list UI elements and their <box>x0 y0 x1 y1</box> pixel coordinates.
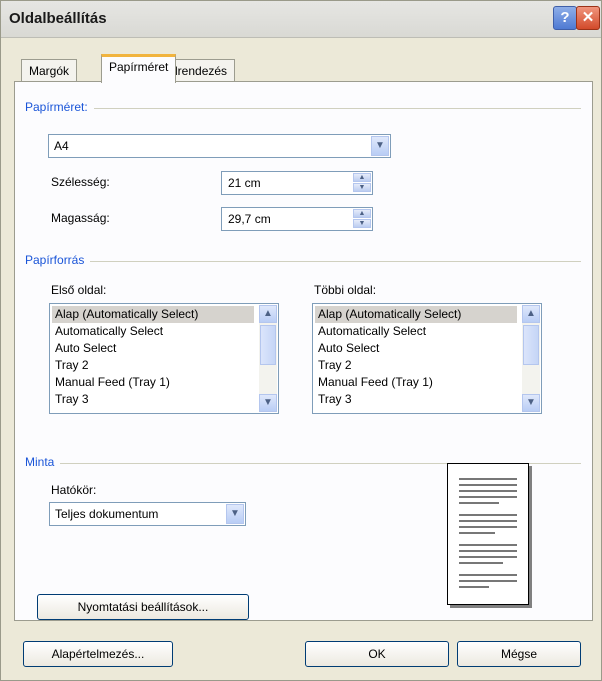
list-item[interactable]: Manual Feed (Tray 1) <box>52 374 254 391</box>
width-label: Szélesség: <box>51 175 110 189</box>
default-button[interactable]: Alapértelmezés... <box>23 641 173 667</box>
apply-to-value: Teljes dokumentum <box>55 507 159 521</box>
width-value: 21 cm <box>228 176 261 190</box>
ok-button[interactable]: OK <box>305 641 449 667</box>
scroll-thumb[interactable] <box>523 325 539 365</box>
apply-to-label: Hatókör: <box>51 483 97 497</box>
scrollbar[interactable]: ▲ ▼ <box>259 305 277 412</box>
close-button[interactable]: ✕ <box>576 6 600 30</box>
preview-line <box>459 514 517 516</box>
help-button[interactable]: ? <box>553 6 577 30</box>
list-item[interactable]: Automatically Select <box>52 323 254 340</box>
paper-source-group-title: Papírforrás <box>25 253 91 267</box>
spin-up-icon[interactable]: ▲ <box>353 209 371 218</box>
scroll-down-icon[interactable]: ▼ <box>522 394 540 412</box>
list-item[interactable]: Alap (Automatically Select) <box>315 306 517 323</box>
height-spinner[interactable]: 29,7 cm ▲ ▼ <box>221 207 373 231</box>
preview-line <box>459 544 517 546</box>
preview-line <box>459 526 517 528</box>
page-preview <box>447 463 529 605</box>
chevron-down-icon[interactable]: ▼ <box>226 504 244 524</box>
spin-up-icon[interactable]: ▲ <box>353 173 371 182</box>
preview-line <box>459 550 517 552</box>
preview-line <box>459 586 489 588</box>
list-item[interactable]: Automatically Select <box>315 323 517 340</box>
preview-line <box>459 520 517 522</box>
scroll-down-icon[interactable]: ▼ <box>259 394 277 412</box>
height-spin-buttons[interactable]: ▲ ▼ <box>353 209 371 229</box>
preview-line <box>459 496 517 498</box>
tab-margins[interactable]: Margók <box>21 59 78 83</box>
paper-size-combo[interactable]: A4 ▼ <box>48 134 391 158</box>
chevron-down-icon[interactable]: ▼ <box>371 136 389 156</box>
divider <box>25 108 581 109</box>
list-item[interactable]: Auto Select <box>315 340 517 357</box>
list-item[interactable]: Tray 2 <box>315 357 517 374</box>
preview-group-title: Minta <box>25 455 61 469</box>
list-item[interactable]: Tray 3 <box>52 391 254 408</box>
scroll-up-icon[interactable]: ▲ <box>259 305 277 323</box>
paper-size-group-title: Papírméret: <box>25 100 94 114</box>
list-item[interactable]: Alap (Automatically Select) <box>52 306 254 323</box>
preview-line <box>459 490 517 492</box>
first-page-listbox[interactable]: Alap (Automatically Select) Automaticall… <box>49 303 279 414</box>
height-label: Magasság: <box>51 211 110 225</box>
spin-down-icon[interactable]: ▼ <box>353 183 371 192</box>
other-pages-listbox[interactable]: Alap (Automatically Select) Automaticall… <box>312 303 542 414</box>
preview-line <box>459 532 495 534</box>
preview-line <box>459 562 503 564</box>
first-page-label: Első oldal: <box>51 283 107 297</box>
preview-line <box>459 484 517 486</box>
preview-line <box>459 580 517 582</box>
dialog-title: Oldalbeállítás <box>9 10 107 27</box>
cancel-button[interactable]: Mégse <box>457 641 581 667</box>
height-value: 29,7 cm <box>228 212 271 226</box>
title-bar[interactable]: Oldalbeállítás ? ✕ <box>1 1 601 38</box>
width-spinner[interactable]: 21 cm ▲ ▼ <box>221 171 373 195</box>
width-spin-buttons[interactable]: ▲ ▼ <box>353 173 371 193</box>
preview-line <box>459 574 517 576</box>
spin-down-icon[interactable]: ▼ <box>353 219 371 228</box>
scroll-up-icon[interactable]: ▲ <box>522 305 540 323</box>
preview-line <box>459 556 517 558</box>
tab-paper[interactable]: Papírméret <box>101 54 177 83</box>
print-options-button[interactable]: Nyomtatási beállítások... <box>37 594 249 620</box>
paper-size-value: A4 <box>54 139 69 153</box>
page-setup-dialog: Oldalbeállítás ? ✕ Margók Elrendezés Pap… <box>0 0 602 681</box>
divider <box>25 261 581 262</box>
list-item[interactable]: Auto Select <box>52 340 254 357</box>
list-item[interactable]: Tray 2 <box>52 357 254 374</box>
other-pages-label: Többi oldal: <box>314 283 377 297</box>
scroll-thumb[interactable] <box>260 325 276 365</box>
apply-to-combo[interactable]: Teljes dokumentum ▼ <box>49 502 246 526</box>
list-item[interactable]: Tray 3 <box>315 391 517 408</box>
preview-line <box>459 502 499 504</box>
scrollbar[interactable]: ▲ ▼ <box>522 305 540 412</box>
preview-line <box>459 478 517 480</box>
list-item[interactable]: Manual Feed (Tray 1) <box>315 374 517 391</box>
